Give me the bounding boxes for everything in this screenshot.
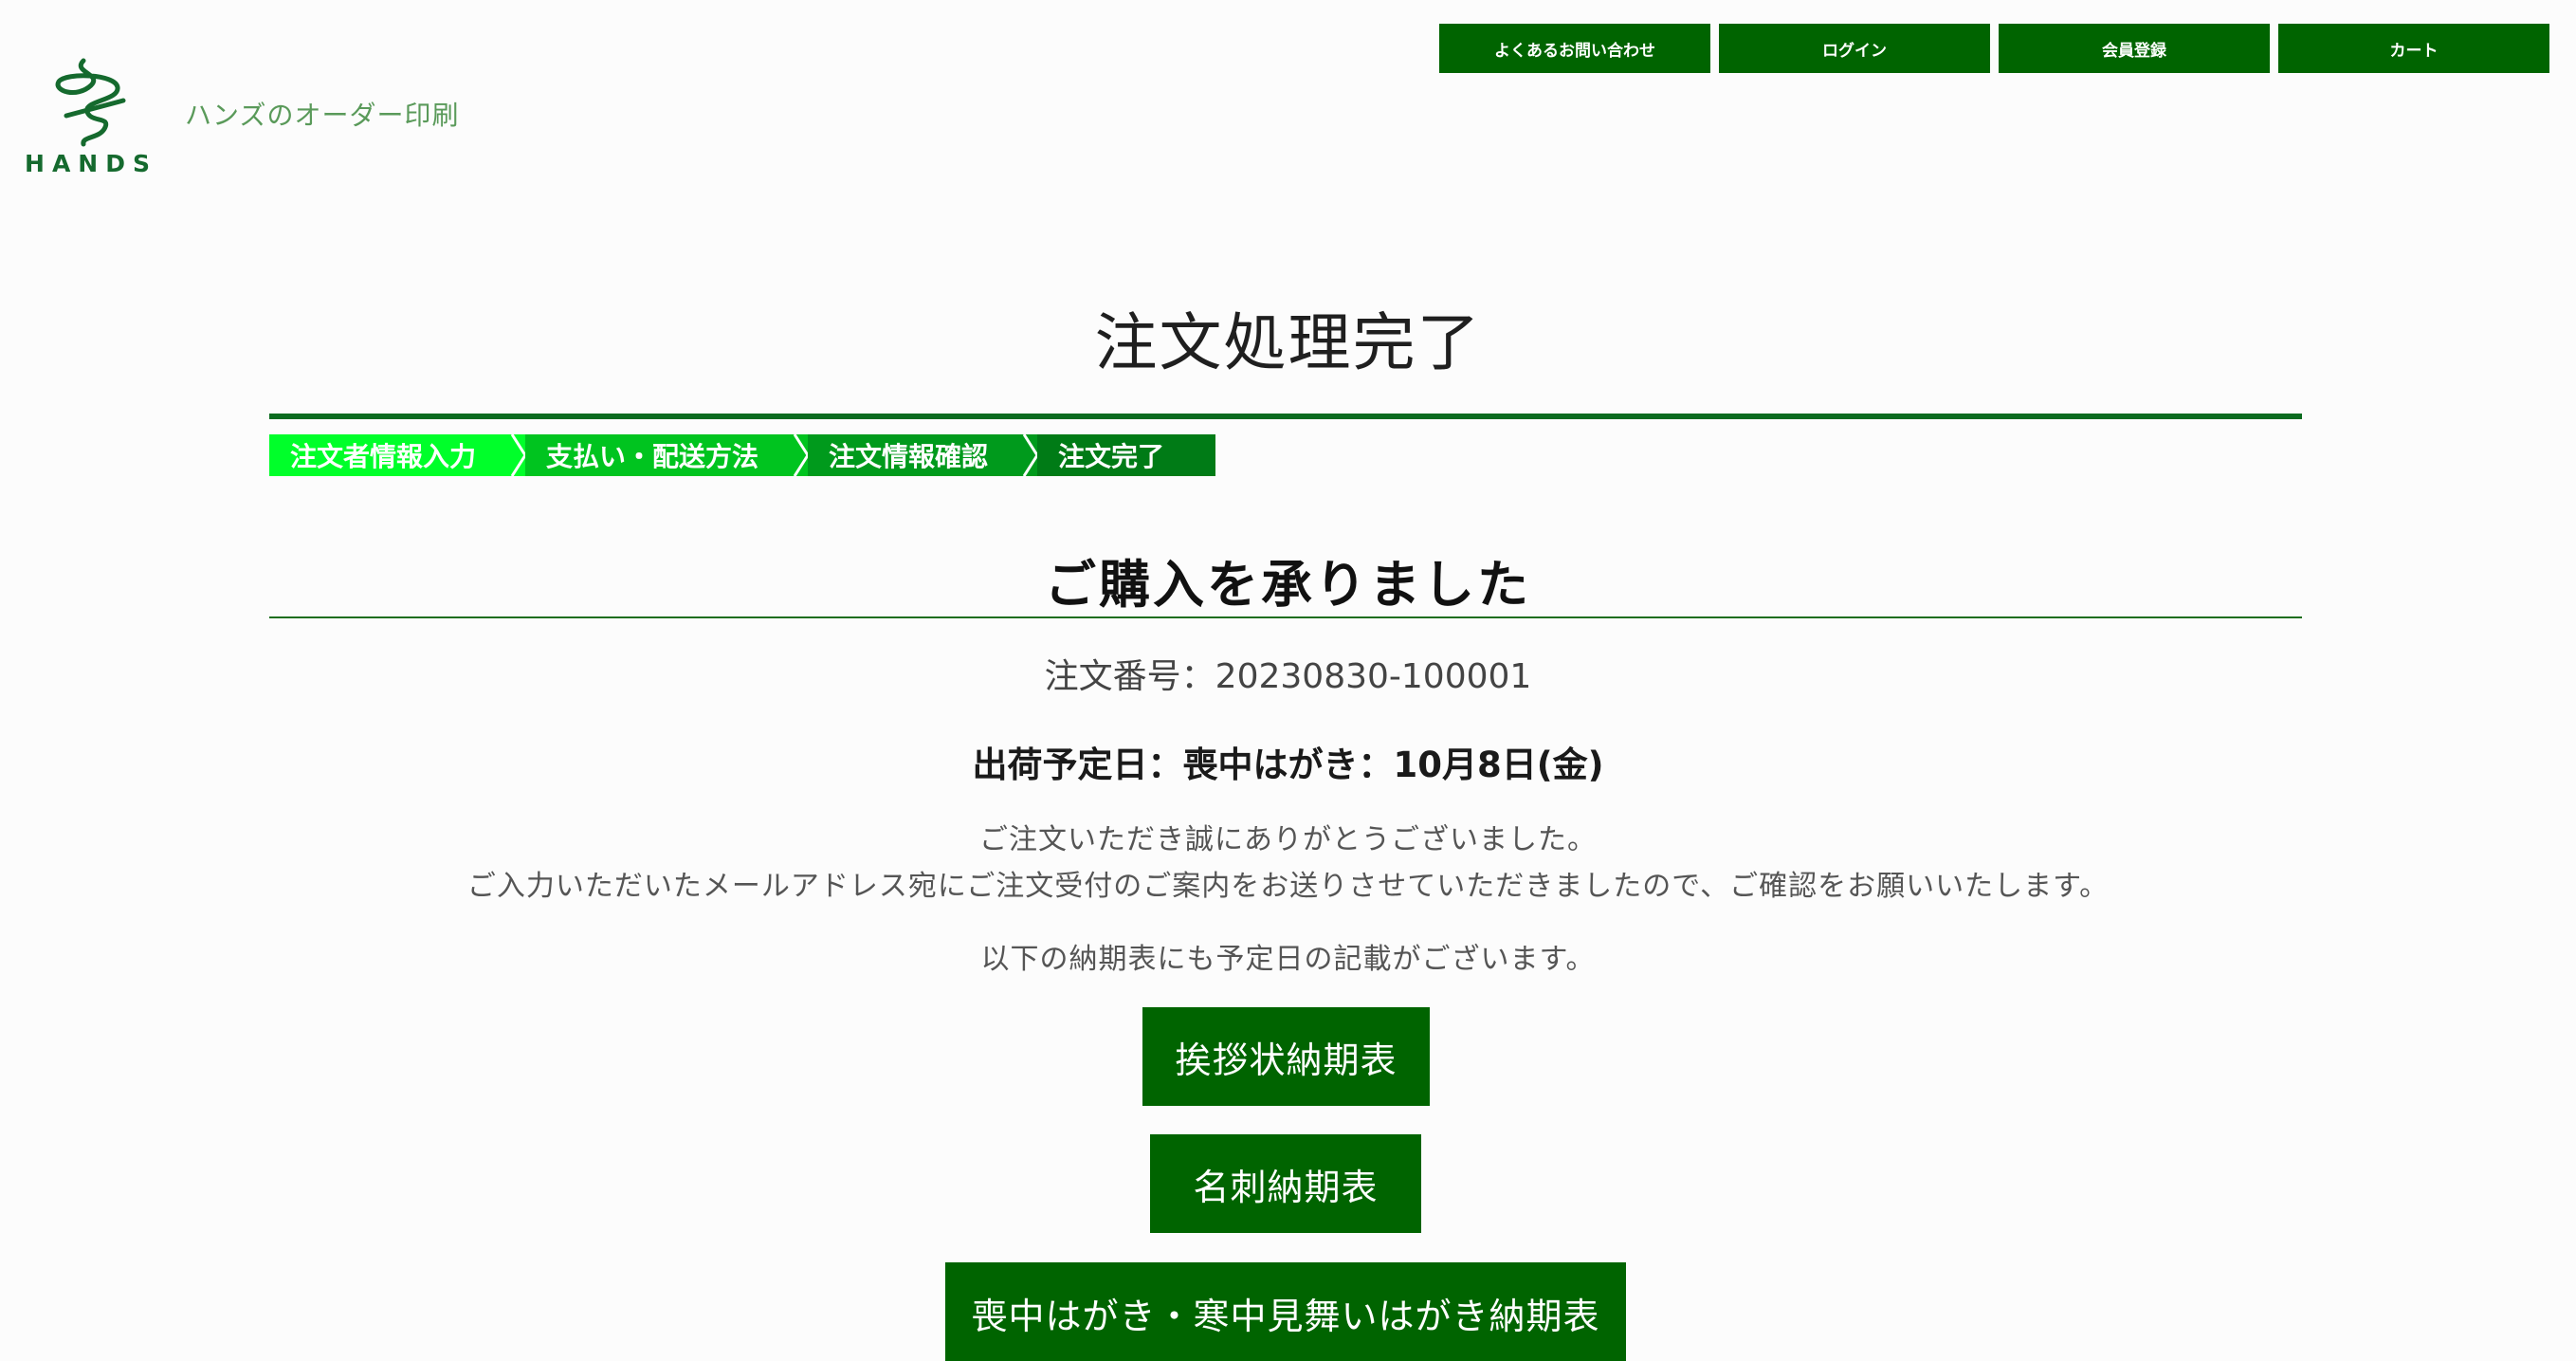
step-payment-shipping: 支払い・配送方法 — [525, 434, 810, 476]
email-notice: ご入力いただいたメールアドレス宛にご注文受付のご案内をお送りさせていただきました… — [466, 870, 2110, 903]
step-customer-info: 注文者情報入力 — [269, 434, 527, 476]
cart-button[interactable]: カート — [2278, 24, 2549, 73]
title-divider — [269, 414, 2302, 419]
faq-button[interactable]: よくあるお問い合わせ — [1439, 24, 1710, 73]
mourning-postcard-schedule-button[interactable]: 喪中はがき・寒中見舞いはがき納期表 — [945, 1262, 1626, 1361]
schedule-note: 以下の納期表にも予定日の記載がございます。 — [980, 943, 1596, 976]
greeting-card-schedule-button[interactable]: 挨拶状納期表 — [1142, 1007, 1430, 1106]
step-order-confirm: 注文情報確認 — [808, 434, 1039, 476]
hands-logo[interactable]: HANDS — [25, 53, 157, 178]
checkout-steps: 注文者情報入力 支払い・配送方法 注文情報確認 注文完了 — [269, 434, 1215, 476]
top-nav: よくあるお問い合わせ ログイン 会員登録 カート — [1439, 24, 2558, 73]
login-button[interactable]: ログイン — [1719, 24, 1990, 73]
purchase-accepted-heading: ご購入を承りました — [1045, 555, 1531, 615]
step-order-complete: 注文完了 — [1037, 434, 1215, 476]
page-title: 注文処理完了 — [1094, 306, 1482, 379]
step-label: 支払い・配送方法 — [546, 441, 759, 472]
business-card-schedule-button[interactable]: 名刺納期表 — [1150, 1134, 1421, 1233]
hands-logo-mark-icon — [55, 58, 126, 147]
thanks-message: ご注文いただき誠にありがとうございました。 — [979, 823, 1597, 856]
register-button[interactable]: 会員登録 — [1999, 24, 2270, 73]
step-label: 注文完了 — [1058, 441, 1165, 472]
site-title[interactable]: ハンズのオーダー印刷 — [185, 95, 459, 133]
step-label: 注文者情報入力 — [290, 441, 477, 472]
step-label: 注文情報確認 — [829, 441, 989, 472]
ship-date: 出荷予定日：喪中はがき：10月8日(金) — [972, 745, 1604, 785]
logo-wordmark: HANDS — [25, 150, 157, 177]
order-number: 注文番号：20230830-100001 — [1044, 657, 1532, 696]
subtitle-divider — [269, 616, 2302, 618]
